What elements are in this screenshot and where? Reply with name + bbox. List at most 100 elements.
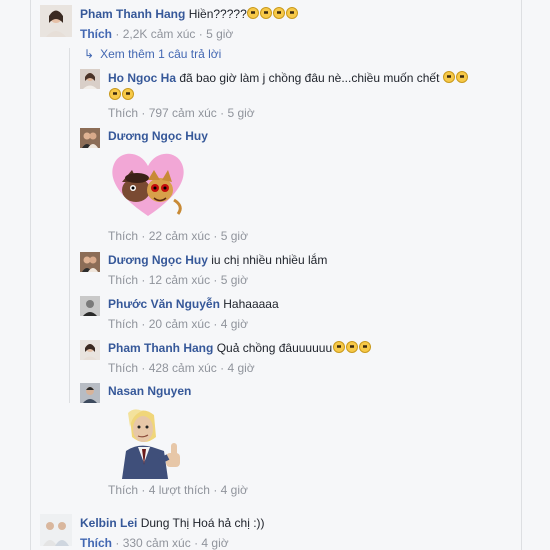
reply-text: đã bao giờ làm j chồng đâu nè...chiều mu… bbox=[179, 71, 440, 85]
reaction-count[interactable]: 12 cảm xúc bbox=[149, 273, 210, 287]
reply-author[interactable]: Nasan Nguyen bbox=[108, 384, 191, 398]
reply-author[interactable]: Dương Ngọc Huy bbox=[108, 129, 208, 143]
scared-emoji-icon bbox=[286, 7, 299, 19]
like-button[interactable]: Thích bbox=[80, 27, 112, 41]
more-replies-link[interactable]: ↳ Xem thêm 1 câu trả lời bbox=[84, 47, 221, 61]
separator: · bbox=[141, 317, 146, 331]
crying-emoji-icon bbox=[332, 341, 345, 353]
like-button[interactable]: Thích bbox=[108, 229, 138, 243]
reply-author[interactable]: Ho Ngoc Ha bbox=[108, 71, 176, 85]
reply-meta: Thích · 12 cảm xúc · 5 giờ bbox=[108, 273, 248, 287]
reaction-count[interactable]: 20 cảm xúc bbox=[149, 317, 210, 331]
separator: · bbox=[115, 536, 120, 550]
timestamp[interactable]: 5 giờ bbox=[206, 27, 233, 41]
timestamp[interactable]: 4 giờ bbox=[201, 536, 228, 550]
separator: · bbox=[141, 361, 146, 375]
separator: · bbox=[213, 317, 218, 331]
like-button[interactable]: Thích bbox=[108, 361, 138, 375]
separator: · bbox=[213, 273, 218, 287]
reply-line: Phước Văn Nguyễn Hahaaaaa bbox=[108, 297, 279, 311]
cats-in-heart-sticker[interactable] bbox=[108, 148, 188, 220]
scared-emoji-icon bbox=[121, 88, 134, 100]
timestamp[interactable]: 4 giờ bbox=[221, 483, 248, 497]
timestamp[interactable]: 5 giờ bbox=[221, 273, 248, 287]
reply-text: Quả chồng đâuuuuuu bbox=[216, 341, 333, 355]
avatar[interactable] bbox=[80, 128, 100, 148]
reply-arrow-icon: ↳ bbox=[84, 47, 95, 61]
reaction-count[interactable]: 2,2K cảm xúc bbox=[123, 27, 196, 41]
avatar-man-icon bbox=[80, 296, 100, 316]
comment-line: Kelbin Lei Dung Thị Hoá hả chị :)) bbox=[80, 516, 265, 530]
reaction-count[interactable]: 22 cảm xúc bbox=[149, 229, 210, 243]
reply-line: Pham Thanh Hang Quả chồng đâuuuuuu bbox=[108, 341, 371, 355]
comment-author[interactable]: Kelbin Lei bbox=[80, 516, 137, 530]
scared-emoji-icon bbox=[108, 88, 121, 100]
like-button[interactable]: Thích bbox=[108, 106, 138, 120]
reaction-count[interactable]: 330 cảm xúc bbox=[123, 536, 191, 550]
avatar[interactable] bbox=[40, 514, 72, 546]
separator: · bbox=[115, 27, 120, 41]
thumbs-up-sticker-icon bbox=[122, 409, 180, 479]
separator: · bbox=[141, 229, 146, 243]
separator: · bbox=[213, 229, 218, 243]
reply-meta: Thích · 797 cảm xúc · 5 giờ bbox=[108, 106, 255, 120]
avatar-woman-icon bbox=[80, 340, 100, 360]
separator: · bbox=[141, 483, 146, 497]
reply-author[interactable]: Pham Thanh Hang bbox=[108, 341, 213, 355]
avatar-couple-icon bbox=[80, 252, 100, 272]
like-button[interactable]: Thích bbox=[108, 317, 138, 331]
avatar-woman-icon bbox=[40, 5, 72, 37]
avatar[interactable] bbox=[40, 5, 72, 37]
separator: · bbox=[220, 106, 225, 120]
comment-line: Pham Thanh Hang Hiền????? bbox=[80, 7, 299, 21]
reply-author[interactable]: Phước Văn Nguyễn bbox=[108, 297, 220, 311]
avatar[interactable] bbox=[80, 296, 100, 316]
scared-emoji-icon bbox=[443, 71, 456, 83]
separator: · bbox=[141, 273, 146, 287]
thumbs-up-man-sticker[interactable] bbox=[108, 407, 188, 479]
reaction-count[interactable]: 4 lượt thích bbox=[149, 483, 210, 497]
separator: · bbox=[194, 536, 199, 550]
avatar-man-icon bbox=[80, 383, 100, 403]
avatar[interactable] bbox=[80, 252, 100, 272]
timestamp[interactable]: 4 giờ bbox=[221, 317, 248, 331]
reply-line-2 bbox=[108, 88, 134, 102]
avatar[interactable] bbox=[80, 69, 100, 89]
more-replies-label[interactable]: Xem thêm 1 câu trả lời bbox=[100, 47, 221, 61]
scared-emoji-icon bbox=[273, 7, 286, 19]
avatar[interactable] bbox=[80, 383, 100, 403]
reply-meta: Thích · 20 cảm xúc · 4 giờ bbox=[108, 317, 248, 331]
avatar[interactable] bbox=[80, 340, 100, 360]
scared-emoji-icon bbox=[247, 7, 260, 19]
like-button[interactable]: Thích bbox=[108, 273, 138, 287]
avatar-group-icon bbox=[40, 514, 72, 546]
separator: · bbox=[141, 106, 146, 120]
comment-text: Dung Thị Hoá hả chị :)) bbox=[140, 516, 265, 530]
like-button[interactable]: Thích bbox=[80, 536, 112, 550]
separator: · bbox=[213, 483, 218, 497]
emoji-group bbox=[247, 7, 299, 21]
timestamp[interactable]: 4 giờ bbox=[227, 361, 254, 375]
like-button[interactable]: Thích bbox=[108, 483, 138, 497]
timestamp[interactable]: 5 giờ bbox=[221, 229, 248, 243]
reaction-count[interactable]: 797 cảm xúc bbox=[149, 106, 217, 120]
separator: · bbox=[198, 27, 203, 41]
reply-line: Nasan Nguyen bbox=[108, 384, 191, 398]
separator: · bbox=[220, 361, 225, 375]
timestamp[interactable]: 5 giờ bbox=[227, 106, 254, 120]
reply-meta: Thích · 22 cảm xúc · 5 giờ bbox=[108, 229, 248, 243]
reaction-count[interactable]: 428 cảm xúc bbox=[149, 361, 217, 375]
reply-line: Ho Ngoc Ha đã bao giờ làm j chồng đâu nè… bbox=[108, 71, 469, 85]
reply-line: Dương Ngọc Huy bbox=[108, 129, 208, 143]
reply-meta: Thích · 4 lượt thích · 4 giờ bbox=[108, 483, 248, 497]
scared-emoji-icon bbox=[456, 71, 469, 83]
avatar-couple-icon bbox=[80, 128, 100, 148]
scared-emoji-icon bbox=[260, 7, 273, 19]
reply-text: Hahaaaaa bbox=[223, 297, 279, 311]
comment-author[interactable]: Pham Thanh Hang bbox=[80, 7, 185, 21]
reply-meta: Thích · 428 cảm xúc · 4 giờ bbox=[108, 361, 255, 375]
avatar-woman-icon bbox=[80, 69, 100, 89]
reply-text: iu chị nhiều nhiều lắm bbox=[211, 253, 328, 267]
comment-meta: Thích · 2,2K cảm xúc · 5 giờ bbox=[80, 27, 233, 41]
reply-author[interactable]: Dương Ngọc Huy bbox=[108, 253, 208, 267]
